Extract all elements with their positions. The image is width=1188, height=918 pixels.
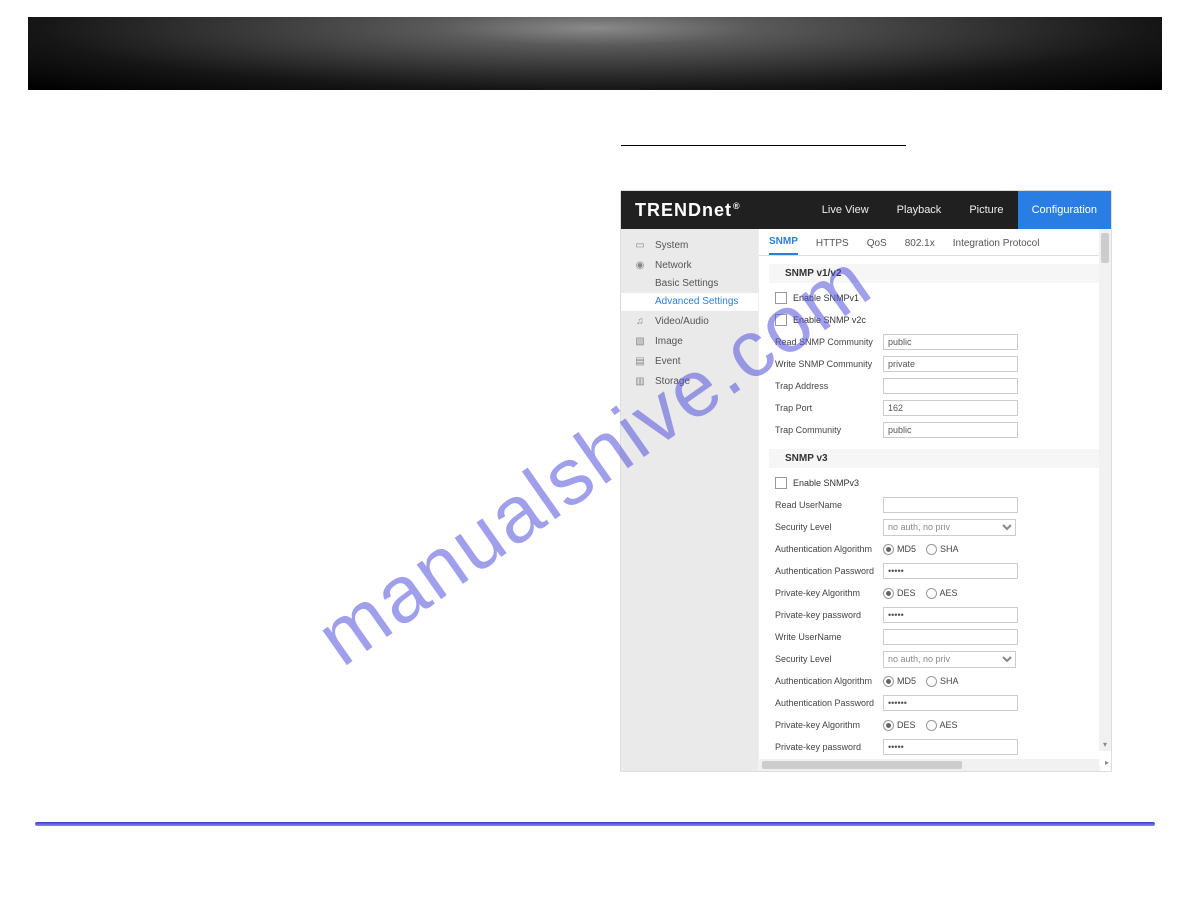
input-write-username[interactable] xyxy=(883,629,1018,645)
select-security-level-2[interactable]: no auth, no priv xyxy=(883,651,1016,668)
label-trap-port: Trap Port xyxy=(775,403,883,413)
label-priv-algo-2: Private-key Algorithm xyxy=(775,720,883,730)
input-auth-password-2[interactable] xyxy=(883,695,1018,711)
tab-https[interactable]: HTTPS xyxy=(816,238,849,255)
topnav-live-view[interactable]: Live View xyxy=(808,191,883,229)
network-icon: ◉ xyxy=(633,258,647,272)
label-des: DES xyxy=(897,588,916,598)
videoaudio-icon: ♫ xyxy=(633,314,647,328)
config-tabs: SNMP HTTPS QoS 802.1x Integration Protoc… xyxy=(759,229,1111,256)
sidebar-item-video-audio[interactable]: ♫ Video/Audio xyxy=(621,311,758,331)
input-trap-port[interactable] xyxy=(883,400,1018,416)
app-topbar: TRENDnet® Live View Playback Picture Con… xyxy=(621,191,1111,229)
sidebar-item-event[interactable]: ▤ Event xyxy=(621,351,758,371)
label-read-community: Read SNMP Community xyxy=(775,337,883,347)
sidebar: ▭ System ◉ Network Basic Settings Advanc… xyxy=(621,229,759,771)
topnav-configuration[interactable]: Configuration xyxy=(1018,191,1111,229)
image-icon: ▧ xyxy=(633,334,647,348)
screenshot-embedded: TRENDnet® Live View Playback Picture Con… xyxy=(621,191,1111,771)
sidebar-item-network[interactable]: ◉ Network xyxy=(621,255,758,275)
label-trap-community: Trap Community xyxy=(775,425,883,435)
scroll-right-icon[interactable]: ▸ xyxy=(1105,758,1109,767)
sidebar-sub-basic-settings[interactable]: Basic Settings xyxy=(621,275,758,293)
label-des-2: DES xyxy=(897,720,916,730)
label-sha: SHA xyxy=(940,544,959,554)
sidebar-item-label: System xyxy=(655,240,688,251)
input-read-community[interactable] xyxy=(883,334,1018,350)
label-priv-algo: Private-key Algorithm xyxy=(775,588,883,598)
tab-8021x[interactable]: 802.1x xyxy=(905,238,935,255)
label-md5: MD5 xyxy=(897,544,916,554)
section-header-v3: SNMP v3 xyxy=(769,449,1101,468)
label-auth-password: Authentication Password xyxy=(775,566,883,576)
input-write-community[interactable] xyxy=(883,356,1018,372)
radio-sha[interactable] xyxy=(926,544,937,555)
tab-qos[interactable]: QoS xyxy=(867,238,887,255)
input-read-username[interactable] xyxy=(883,497,1018,513)
label-write-username: Write UserName xyxy=(775,632,883,642)
radio-des[interactable] xyxy=(883,588,894,599)
label-security-level: Security Level xyxy=(775,522,883,532)
radio-aes[interactable] xyxy=(926,588,937,599)
input-priv-password-2[interactable] xyxy=(883,739,1018,755)
sidebar-sub-advanced-settings[interactable]: Advanced Settings xyxy=(621,293,758,311)
label-read-username: Read UserName xyxy=(775,500,883,510)
sidebar-item-label: Storage xyxy=(655,376,690,387)
radio-md5-2[interactable] xyxy=(883,676,894,687)
label-auth-password-2: Authentication Password xyxy=(775,698,883,708)
label-trap-address: Trap Address xyxy=(775,381,883,391)
sidebar-item-label: Image xyxy=(655,336,683,347)
sidebar-item-label: Video/Audio xyxy=(655,316,709,327)
sidebar-item-storage[interactable]: ▥ Storage xyxy=(621,371,758,391)
label-priv-password-2: Private-key password xyxy=(775,742,883,752)
sidebar-item-system[interactable]: ▭ System xyxy=(621,235,758,255)
radio-sha-2[interactable] xyxy=(926,676,937,687)
scrollbar-thumb-h[interactable] xyxy=(762,761,962,769)
vertical-scrollbar[interactable]: ▾ xyxy=(1099,229,1111,751)
label-aes: AES xyxy=(940,588,958,598)
sidebar-item-label: Network xyxy=(655,260,692,271)
radio-aes-2[interactable] xyxy=(926,720,937,731)
input-trap-address[interactable] xyxy=(883,378,1018,394)
section-header-v1v2: SNMP v1/v2 xyxy=(769,264,1101,283)
scroll-down-icon[interactable]: ▾ xyxy=(1099,740,1111,749)
label-security-level-2: Security Level xyxy=(775,654,883,664)
input-trap-community[interactable] xyxy=(883,422,1018,438)
sidebar-item-label: Event xyxy=(655,356,681,367)
label-write-community: Write SNMP Community xyxy=(775,359,883,369)
select-security-level[interactable]: no auth, no priv xyxy=(883,519,1016,536)
label-priv-password: Private-key password xyxy=(775,610,883,620)
label-md5-2: MD5 xyxy=(897,676,916,686)
horizontal-scrollbar[interactable]: ▸ xyxy=(758,759,1099,771)
footer-divider xyxy=(35,822,1155,826)
label-auth-algo-2: Authentication Algorithm xyxy=(775,676,883,686)
label-aes-2: AES xyxy=(940,720,958,730)
input-auth-password[interactable] xyxy=(883,563,1018,579)
input-priv-password[interactable] xyxy=(883,607,1018,623)
storage-icon: ▥ xyxy=(633,374,647,388)
topnav-playback[interactable]: Playback xyxy=(883,191,956,229)
main-panel: SNMP HTTPS QoS 802.1x Integration Protoc… xyxy=(759,229,1111,771)
radio-des-2[interactable] xyxy=(883,720,894,731)
topnav-picture[interactable]: Picture xyxy=(955,191,1017,229)
tab-snmp[interactable]: SNMP xyxy=(769,236,798,255)
event-icon: ▤ xyxy=(633,354,647,368)
scrollbar-thumb[interactable] xyxy=(1101,233,1109,263)
checkbox-enable-snmpv3[interactable] xyxy=(775,477,787,489)
sidebar-item-image[interactable]: ▧ Image xyxy=(621,331,758,351)
label-enable-snmpv1: Enable SNMPv1 xyxy=(793,293,859,303)
checkbox-enable-snmpv2c[interactable] xyxy=(775,314,787,326)
label-enable-snmpv3: Enable SNMPv3 xyxy=(793,478,859,488)
radio-md5[interactable] xyxy=(883,544,894,555)
label-auth-algo: Authentication Algorithm xyxy=(775,544,883,554)
label-enable-snmpv2c: Enable SNMP v2c xyxy=(793,315,866,325)
label-sha-2: SHA xyxy=(940,676,959,686)
page-banner xyxy=(28,17,1162,90)
tab-integration-protocol[interactable]: Integration Protocol xyxy=(953,238,1040,255)
system-icon: ▭ xyxy=(633,238,647,252)
section-divider xyxy=(621,145,906,146)
brand-logo: TRENDnet® xyxy=(621,200,805,221)
checkbox-enable-snmpv1[interactable] xyxy=(775,292,787,304)
